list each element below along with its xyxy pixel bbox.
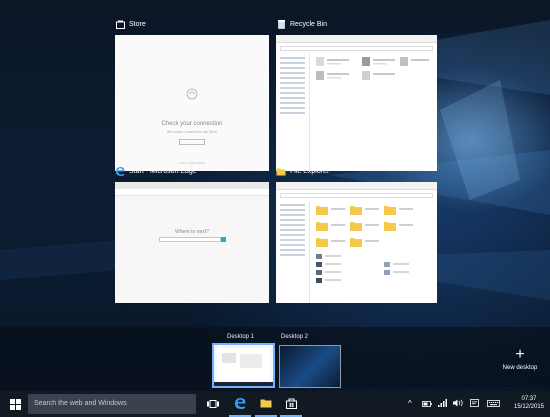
ribbon	[276, 35, 437, 43]
recycle-bin-window-title: Recycle Bin	[276, 16, 327, 32]
start-button[interactable]	[4, 391, 26, 417]
edge-search-go-button[interactable]	[221, 237, 226, 242]
file-explorer-thumbnail[interactable]	[276, 182, 437, 303]
folder-grid	[314, 202, 433, 299]
folder-icon	[260, 399, 272, 408]
recycle-bin-thumbnail[interactable]	[276, 35, 437, 171]
store-window-title: Store	[115, 16, 146, 32]
store-taskbar-button[interactable]	[280, 391, 302, 417]
search-box[interactable]: Search the web and Windows	[28, 394, 196, 414]
edge-icon	[235, 398, 246, 409]
taskbar-clock[interactable]: 07:37 15/12/2015	[510, 395, 548, 411]
recycle-bin-icon	[276, 19, 286, 29]
desktop-1-thumbnail[interactable]	[212, 343, 275, 388]
store-title-text: Store	[129, 20, 146, 28]
edge-address-bar	[115, 189, 269, 196]
store-message: Check your connection	[161, 121, 223, 127]
virtual-desktops-strip	[0, 327, 550, 387]
new-desktop-label: New desktop	[502, 365, 538, 371]
store-window[interactable]: Store Check your connection We couldn't …	[115, 16, 269, 171]
taskbar: Search the web and Windows ^ 07:37 15/12…	[0, 391, 550, 417]
recycled-files-icons	[316, 57, 429, 80]
file-explorer-window[interactable]: File Explorer	[276, 163, 437, 303]
file-explorer-taskbar-button[interactable]	[255, 391, 277, 417]
volume-icon[interactable]	[453, 399, 464, 409]
desktop-1-label: Desktop 1	[227, 334, 255, 340]
store-icon	[285, 398, 297, 409]
store-subtext: We couldn't connect to the Store	[166, 130, 218, 134]
clock-date: 15/12/2015	[513, 404, 545, 410]
new-desktop-button[interactable]: + New desktop	[498, 346, 542, 372]
edge-icon	[115, 166, 125, 176]
edge-tab-bar	[115, 182, 269, 189]
edge-window-title: Start - Microsoft Edge	[115, 163, 197, 179]
address-bar	[280, 193, 433, 198]
edge-prompt: Where to next?	[175, 229, 209, 235]
desktop-2-thumbnail[interactable]	[279, 345, 341, 388]
clock-time: 07:37	[521, 396, 537, 402]
file-explorer-window-title: File Explorer	[276, 163, 329, 179]
navigation-pane	[276, 54, 310, 171]
show-hidden-icons-chevron-icon[interactable]: ^	[408, 399, 412, 408]
desktop-2-label: Desktop 2	[281, 334, 309, 340]
edge-window[interactable]: Start - Microsoft Edge Where to next?	[115, 163, 269, 303]
address-bar	[280, 46, 433, 51]
connection-icon	[186, 88, 198, 100]
store-retry-button[interactable]	[179, 139, 205, 145]
plus-icon: +	[515, 346, 525, 363]
battery-icon[interactable]	[422, 400, 432, 409]
edge-thumbnail[interactable]: Where to next?	[115, 182, 269, 303]
task-view-button[interactable]	[202, 391, 224, 417]
ribbon	[276, 182, 437, 190]
edge-taskbar-button[interactable]	[229, 391, 251, 417]
windows-logo-icon	[9, 398, 21, 410]
file-list	[314, 55, 433, 167]
folder-icon	[276, 166, 286, 176]
store-thumbnail[interactable]: Check your connection We couldn't connec…	[115, 35, 269, 171]
desktop-1-preview	[214, 348, 273, 386]
store-icon	[115, 19, 125, 29]
keyboard-icon[interactable]	[487, 400, 500, 409]
action-center-icon[interactable]	[470, 399, 479, 410]
edge-title-text: Start - Microsoft Edge	[129, 167, 197, 175]
folder-icons	[316, 206, 413, 283]
network-icon[interactable]	[438, 399, 447, 409]
navigation-pane	[276, 201, 310, 303]
task-view-icon	[207, 400, 219, 408]
recycle-bin-title-text: Recycle Bin	[290, 20, 327, 28]
edge-search-box[interactable]	[159, 237, 221, 242]
recycle-bin-window[interactable]: Recycle Bin	[276, 16, 437, 171]
file-explorer-title-text: File Explorer	[290, 167, 330, 175]
